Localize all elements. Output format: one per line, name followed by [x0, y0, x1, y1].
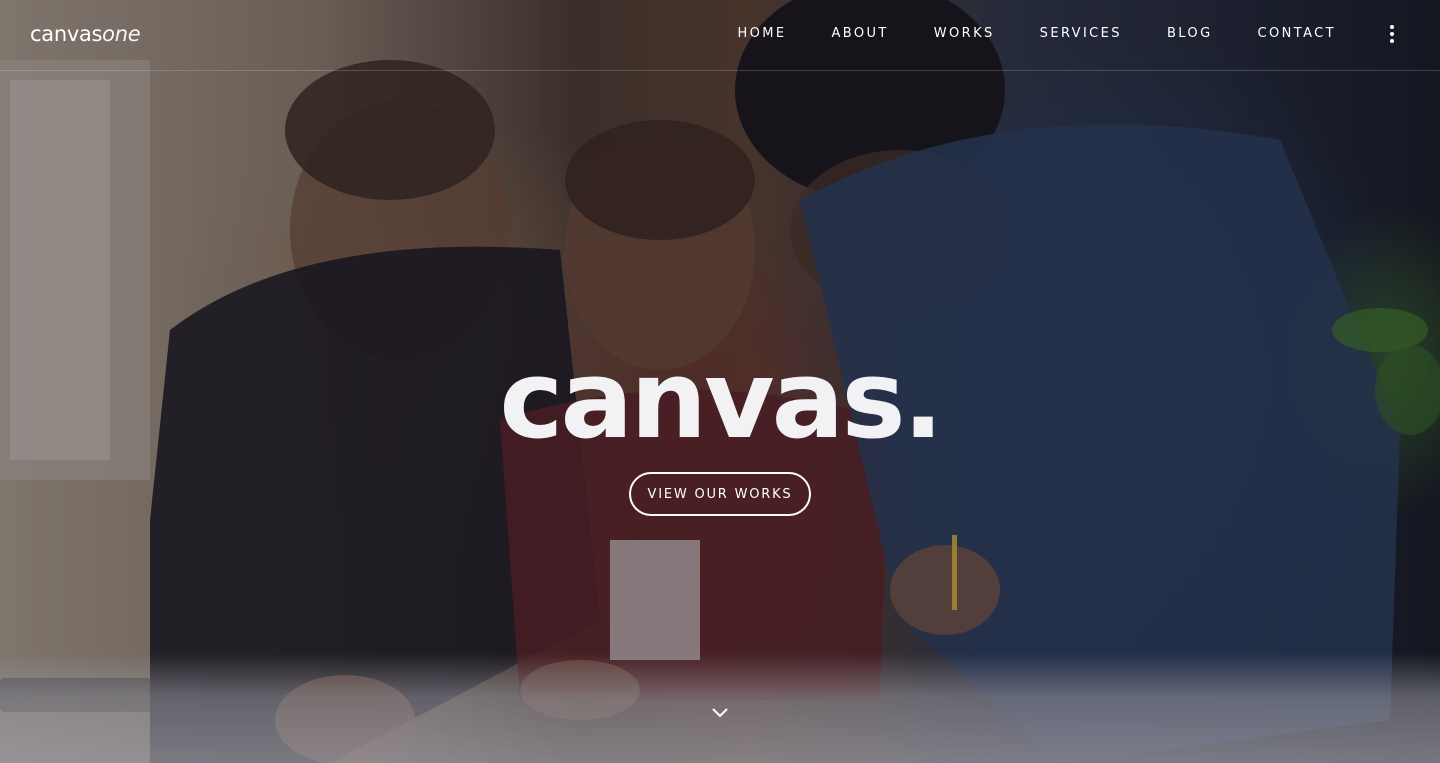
nav-blog[interactable]: BLOG — [1167, 26, 1213, 41]
top-navigation-bar: canvasone HOME ABOUT WORKS SERVICES BLOG… — [0, 0, 1440, 71]
nav-about[interactable]: ABOUT — [831, 26, 888, 41]
site-logo[interactable]: canvasone — [30, 22, 141, 46]
nav-home[interactable]: HOME — [737, 26, 786, 41]
view-our-works-button[interactable]: VIEW OUR WORKS — [629, 472, 811, 516]
nav-works[interactable]: WORKS — [934, 26, 995, 41]
chevron-down-icon[interactable] — [711, 706, 729, 720]
main-menu: HOME ABOUT WORKS SERVICES BLOG CONTACT — [692, 26, 1336, 41]
hero-title: canvas. — [499, 338, 943, 464]
logo-text-light: one — [102, 22, 141, 46]
nav-services[interactable]: SERVICES — [1040, 26, 1122, 41]
vertical-ellipsis-icon[interactable] — [1388, 25, 1396, 45]
nav-contact[interactable]: CONTACT — [1258, 26, 1336, 41]
hero-section: canvasone HOME ABOUT WORKS SERVICES BLOG… — [0, 0, 1440, 763]
logo-text-bold: canvas — [30, 22, 103, 46]
